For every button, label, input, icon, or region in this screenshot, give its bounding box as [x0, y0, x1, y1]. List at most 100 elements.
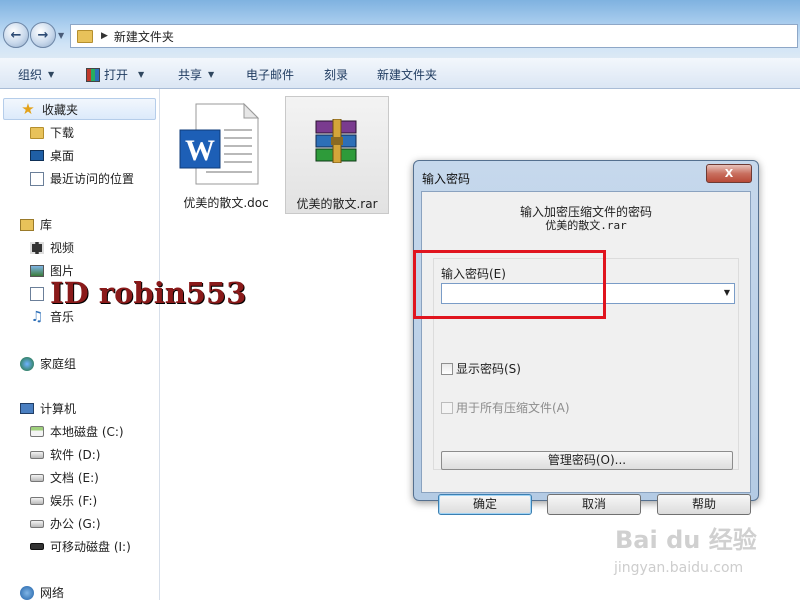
breadcrumb-arrow-icon[interactable]: ▶ — [101, 31, 108, 41]
sidebar-item-music[interactable]: ♫ 音乐 — [30, 308, 74, 325]
checkbox-label: 显示密码(S) — [456, 362, 521, 376]
file-name: 优美的散文.rar — [296, 197, 378, 211]
sidebar-item-downloads[interactable]: 下载 — [30, 124, 74, 141]
password-dialog: 输入密码 X 输入加密压缩文件的密码 优美的散文.rar 输入密码(E) ▼ 显… — [413, 160, 759, 515]
navigation-pane: ★ 收藏夹 下载 桌面 最近访问的位置 库 视频 图片 文档 ♫ 音乐 家庭组 计算… — [0, 89, 160, 600]
checkbox-label: 用于所有压缩文件(A) — [456, 401, 570, 415]
chevron-down-icon: ▼ — [138, 70, 145, 79]
computer-icon — [20, 403, 34, 414]
new-folder-label: 新建文件夹 — [377, 68, 438, 82]
pictures-icon — [30, 264, 44, 277]
chevron-down-icon: ▼ — [48, 70, 55, 79]
music-note-icon: ♫ — [30, 308, 44, 325]
use-for-all-checkbox[interactable]: 用于所有压缩文件(A) — [441, 399, 570, 416]
email-button[interactable]: 电子邮件 — [246, 66, 294, 83]
chevron-down-icon[interactable]: ▼ — [724, 288, 730, 297]
sidebar-item-label: 办公 (G:) — [50, 517, 101, 531]
path-box[interactable]: ▶ 新建文件夹 — [70, 24, 798, 48]
sidebar-item-label: 本地磁盘 (C:) — [50, 425, 124, 439]
sidebar-item-label: 可移动磁盘 (I:) — [50, 540, 131, 554]
sidebar-item-drive-c[interactable]: 本地磁盘 (C:) — [30, 423, 124, 440]
manage-passwords-button[interactable]: 管理密码(O)... — [441, 451, 733, 470]
sidebar-item-label: 库 — [40, 218, 53, 232]
share-label: 共享 — [178, 68, 203, 82]
chevron-down-icon: ▼ — [208, 70, 215, 79]
new-folder-button[interactable]: 新建文件夹 — [377, 66, 437, 83]
downloads-folder-icon — [30, 126, 44, 139]
burn-label: 刻录 — [324, 68, 349, 82]
sidebar-item-homegroup[interactable]: 家庭组 — [20, 355, 76, 372]
sidebar-item-label: 视频 — [50, 241, 75, 255]
organize-label: 组织 — [18, 68, 43, 82]
back-arrow-icon: ← — [10, 27, 22, 43]
sidebar-item-drive-d[interactable]: 软件 (D:) — [30, 446, 100, 463]
file-item-rar[interactable]: 优美的散文.rar — [285, 96, 389, 214]
network-icon — [20, 585, 34, 600]
folder-icon — [77, 29, 93, 43]
sidebar-item-label: 软件 (D:) — [50, 448, 101, 462]
message-line: 输入加密压缩文件的密码 — [519, 205, 652, 219]
documents-icon — [30, 286, 44, 301]
video-icon — [30, 241, 44, 254]
sidebar-item-drive-g[interactable]: 办公 (G:) — [30, 515, 101, 532]
sidebar-item-drive-f[interactable]: 娱乐 (F:) — [30, 492, 97, 509]
sidebar-item-libraries[interactable]: 库 — [20, 216, 52, 233]
sidebar-item-label: 计算机 — [40, 402, 77, 416]
forward-arrow-icon: → — [37, 27, 49, 43]
drive-icon — [30, 496, 44, 505]
sidebar-item-label: 收藏夹 — [42, 102, 79, 117]
star-icon: ★ — [21, 100, 35, 118]
recent-places-icon — [30, 171, 44, 186]
id-watermark: ID robin553 — [50, 276, 247, 310]
checkbox-box — [441, 401, 453, 414]
burn-button[interactable]: 刻录 — [324, 66, 348, 83]
sidebar-item-label: 桌面 — [50, 149, 75, 163]
open-label: 打开 — [104, 68, 129, 82]
desktop-icon — [30, 150, 44, 161]
baidu-logo: Bai du 经验 — [615, 526, 757, 554]
ok-button[interactable]: 确定 — [438, 494, 532, 515]
word-doc-icon: W — [179, 102, 260, 185]
help-button[interactable]: 帮助 — [657, 494, 751, 515]
organize-menu[interactable]: 组织 ▼ — [18, 66, 54, 83]
sidebar-item-favorites[interactable]: ★ 收藏夹 — [3, 98, 156, 120]
sidebar-item-computer[interactable]: 计算机 — [20, 400, 76, 417]
history-dropdown-icon[interactable]: ▼ — [58, 31, 64, 40]
command-bar: 组织 ▼ 打开 ▼ 共享 ▼ 电子邮件 刻录 新建文件夹 — [0, 58, 800, 89]
sidebar-item-label: 最近访问的位置 — [50, 172, 135, 186]
drive-icon — [30, 450, 44, 459]
sidebar-item-label: 网络 — [40, 586, 65, 600]
annotation-highlight — [413, 250, 606, 319]
sidebar-item-drive-e[interactable]: 文档 (E:) — [30, 469, 99, 486]
sidebar-item-label: 下载 — [50, 126, 75, 140]
cancel-button[interactable]: 取消 — [547, 494, 641, 515]
address-bar: ← → ▼ ▶ 新建文件夹 — [0, 0, 800, 58]
sidebar-item-network[interactable]: 网络 — [20, 584, 64, 601]
sidebar-item-desktop[interactable]: 桌面 — [30, 147, 74, 164]
sidebar-item-label: 家庭组 — [40, 357, 77, 371]
sidebar-item-label: 文档 (E:) — [50, 471, 99, 485]
back-button[interactable]: ← — [3, 22, 29, 48]
dialog-title: 输入密码 — [422, 172, 471, 186]
show-password-checkbox[interactable]: 显示密码(S) — [441, 360, 521, 377]
share-menu[interactable]: 共享 ▼ — [178, 66, 214, 83]
open-menu[interactable]: 打开 ▼ — [86, 66, 144, 83]
sidebar-item-drive-i[interactable]: 可移动磁盘 (I:) — [30, 538, 131, 555]
drive-icon — [30, 519, 44, 528]
homegroup-icon — [20, 356, 34, 371]
close-icon: X — [724, 167, 734, 180]
sidebar-item-recent[interactable]: 最近访问的位置 — [30, 170, 134, 187]
dialog-body: 输入加密压缩文件的密码 优美的散文.rar 输入密码(E) ▼ 显示密码(S) … — [421, 191, 751, 515]
sidebar-item-videos[interactable]: 视频 — [30, 239, 74, 256]
checkbox-box — [441, 362, 453, 375]
rar-archive-icon — [315, 119, 357, 163]
svg-text:W: W — [185, 134, 215, 167]
file-item-doc[interactable]: W 优美的散文.doc — [172, 96, 280, 214]
close-button[interactable]: X — [706, 164, 752, 183]
drive-icon — [30, 473, 44, 482]
forward-button[interactable]: → — [30, 22, 56, 48]
usb-drive-icon — [30, 543, 44, 550]
sidebar-item-label: 娱乐 (F:) — [50, 494, 98, 508]
email-label: 电子邮件 — [246, 68, 295, 82]
breadcrumb-current[interactable]: 新建文件夹 — [114, 28, 174, 45]
